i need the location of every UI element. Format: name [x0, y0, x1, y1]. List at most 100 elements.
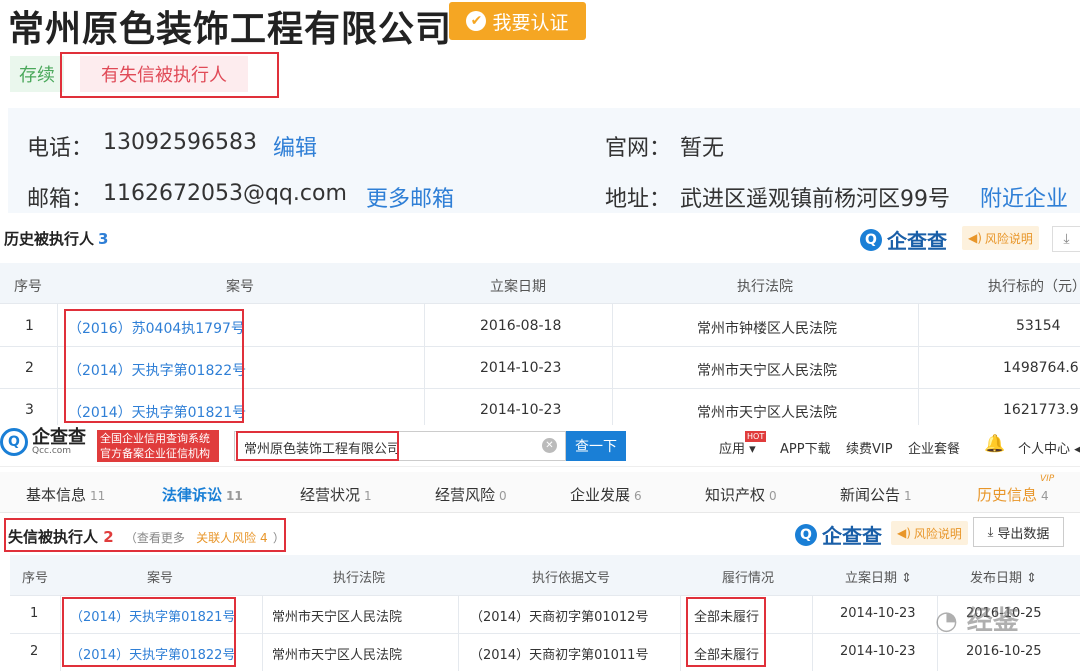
- nav-apps-label: 应用: [719, 442, 746, 457]
- col-header-amount: 执行标的（元）: [988, 279, 1080, 295]
- col-header-case: 案号: [226, 279, 254, 295]
- col-divider: [60, 595, 61, 671]
- table-cell-filed: 2014-10-23: [840, 606, 916, 621]
- col-divider: [918, 303, 919, 425]
- tab-news[interactable]: 新闻公告 1: [840, 484, 912, 505]
- nav-renew-vip[interactable]: 续费VIP: [846, 438, 893, 457]
- col-header-case: 案号: [147, 571, 174, 586]
- col-header-basis: 执行依据文号: [532, 571, 611, 586]
- hot-badge: HOT: [745, 431, 767, 442]
- vip-mark: VIP: [1040, 474, 1055, 484]
- tab-count: 0: [769, 489, 777, 503]
- tab-count: 1: [364, 489, 372, 503]
- qcc-site-logo[interactable]: Q 企查查 Qcc.com: [0, 428, 86, 456]
- nav-user-center[interactable]: 个人中心 ◂: [1018, 438, 1080, 457]
- table-cell-court: 常州市天宁区人民法院: [697, 405, 837, 421]
- col-divider: [680, 595, 681, 671]
- history-count: 3: [98, 230, 109, 248]
- table-cell-amount: 1498764.6: [1003, 360, 1079, 376]
- edit-link[interactable]: 编辑: [273, 130, 317, 162]
- risk-explain-button[interactable]: ◀) 风险说明: [891, 521, 968, 545]
- table-cell-published: 2016-10-25: [966, 644, 1042, 659]
- bell-icon[interactable]: 🔔: [984, 434, 1005, 454]
- nav-user-center-label: 个人中心: [1018, 442, 1071, 457]
- qcc-logo-icon: Q: [860, 228, 882, 251]
- tab-legal[interactable]: 法律诉讼 11: [162, 484, 243, 505]
- verify-button[interactable]: ✔ 我要认证: [449, 2, 586, 40]
- official-badge: 全国企业信用查询系统 官方备案企业征信机构: [97, 430, 219, 462]
- watermark-text: 经鉴: [966, 606, 1019, 636]
- tab-label: 经营状况: [300, 486, 361, 504]
- tab-operations[interactable]: 经营状况 1: [300, 484, 372, 505]
- tab-count: 0: [499, 489, 507, 503]
- wechat-icon: ◔: [935, 606, 958, 636]
- address-label: 地址：: [605, 187, 672, 212]
- tab-development[interactable]: 企业发展 6: [570, 484, 642, 505]
- highlight-box-risk-tag: [60, 52, 279, 98]
- risk-explain-label: 风险说明: [984, 231, 1033, 246]
- more-email-link[interactable]: 更多邮箱: [366, 181, 454, 213]
- tab-label: 法律诉讼: [162, 486, 223, 504]
- risk-explain-label: 风险说明: [913, 526, 962, 541]
- tab-count: 11: [90, 489, 106, 503]
- tab-business-risk[interactable]: 经营风险 0: [435, 484, 507, 505]
- table-cell-no: 1: [30, 606, 39, 621]
- col-header-status: 履行情况: [722, 571, 775, 586]
- qcc-logo-text: 企查查: [887, 229, 947, 253]
- tab-label: 基本信息: [26, 486, 87, 504]
- qcc-site-logo-icon: Q: [0, 428, 28, 456]
- phone-label: 电话：: [27, 136, 94, 161]
- badge-line2: 官方备案企业征信机构: [100, 447, 210, 460]
- nearby-link[interactable]: 附近企业: [980, 181, 1068, 213]
- qcc-logo: Q 企查查: [795, 520, 882, 549]
- clear-icon[interactable]: ✕: [542, 438, 557, 453]
- col-header-date: 立案日期: [490, 279, 546, 295]
- highlight-box-status: [686, 597, 766, 667]
- tab-ip[interactable]: 知识产权 0: [705, 484, 777, 505]
- nav-app-download[interactable]: APP下载: [780, 438, 831, 457]
- qcc-logo-icon: Q: [795, 523, 817, 546]
- wechat-watermark: ◔ 经鉴: [935, 600, 1019, 637]
- tab-history[interactable]: 历史信息 4: [977, 484, 1049, 505]
- col-header-no: 序号: [14, 279, 42, 295]
- row-divider: [10, 595, 1080, 596]
- address-value: 武进区遥观镇前杨河区99号: [680, 187, 950, 212]
- search-button[interactable]: 查一下: [566, 431, 626, 461]
- nav-enterprise-package[interactable]: 企业套餐: [908, 438, 960, 457]
- table-cell-date: 2014-10-23: [480, 360, 562, 376]
- download-icon: ⤓: [987, 524, 994, 540]
- col-header-no: 序号: [22, 571, 49, 586]
- website-label: 官网：: [605, 136, 672, 161]
- tab-label: 企业发展: [570, 486, 631, 504]
- highlight-box-case-numbers: [64, 309, 244, 423]
- history-executed-title: 历史被执行人 3: [4, 228, 108, 249]
- verified-check-icon: ✔: [466, 11, 487, 31]
- col-header-court: 执行法院: [737, 279, 793, 295]
- export-data-button[interactable]: ⤓ 导出数据: [973, 517, 1064, 547]
- email-label: 邮箱：: [27, 187, 94, 212]
- table-cell-no: 1: [25, 318, 34, 334]
- table-cell-date: 2016-08-18: [480, 318, 562, 334]
- phone-value: 13092596583: [103, 130, 257, 155]
- tab-label: 经营风险: [435, 486, 496, 504]
- table-cell-basis: （2014）天商初字第01012号: [470, 610, 649, 625]
- risk-explain-button[interactable]: ◀) 风险说明: [962, 226, 1039, 250]
- export-data-label: 导出数据: [997, 526, 1050, 542]
- tab-basic-info[interactable]: 基本信息 11: [26, 484, 105, 505]
- table-cell-court: 常州市天宁区人民法院: [697, 363, 837, 379]
- col-divider: [458, 595, 459, 671]
- badge-line1: 全国企业信用查询系统: [100, 432, 210, 445]
- table-cell-date: 2014-10-23: [480, 402, 562, 418]
- tab-count: 1: [904, 489, 912, 503]
- status-tag: 存续: [10, 56, 64, 92]
- col-divider: [812, 595, 813, 671]
- col-divider: [262, 595, 263, 671]
- download-icon[interactable]: ⤓: [1052, 226, 1080, 252]
- table-cell-court: 常州市天宁区人民法院: [272, 648, 403, 663]
- table-cell-no: 2: [30, 644, 39, 659]
- highlight-box-dishonest-title: [4, 518, 286, 552]
- table-cell-filed: 2014-10-23: [840, 644, 916, 659]
- tab-count: 6: [634, 489, 642, 503]
- tab-count: 11: [226, 489, 243, 503]
- table-cell-court: 常州市天宁区人民法院: [272, 610, 403, 625]
